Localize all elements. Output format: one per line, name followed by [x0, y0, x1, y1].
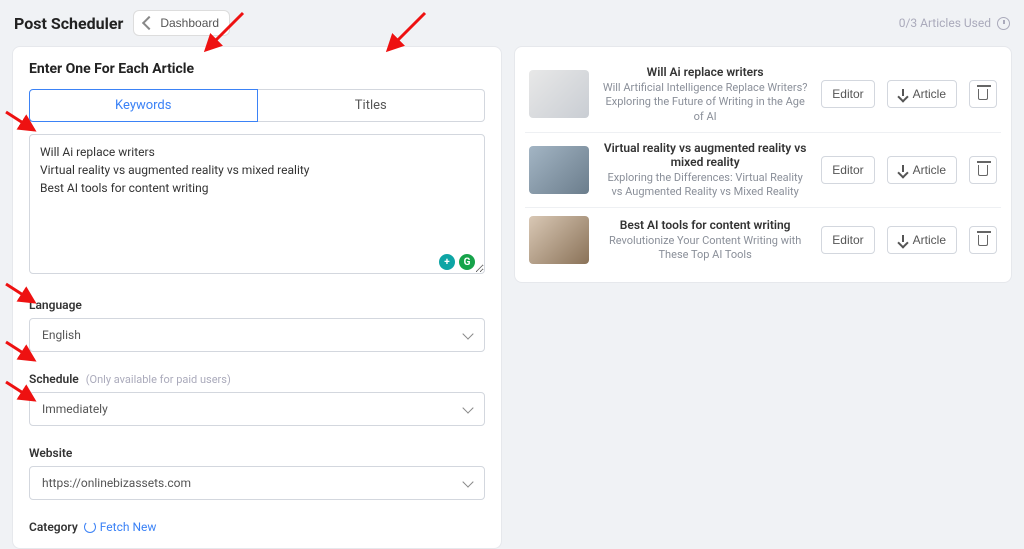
article-subtitle: Revolutionize Your Content Writing with … — [601, 234, 809, 263]
language-label: Language — [29, 298, 485, 312]
grammarly-icon[interactable]: G — [459, 254, 475, 270]
article-subtitle: Exploring the Differences: Virtual Reali… — [601, 171, 809, 200]
article-download-button[interactable]: Article — [887, 80, 957, 108]
input-mode-tabs: Keywords Titles — [29, 89, 485, 122]
editor-button[interactable]: Editor — [821, 80, 874, 108]
download-icon — [898, 165, 908, 175]
delete-button[interactable] — [969, 226, 997, 254]
tab-keywords[interactable]: Keywords — [29, 89, 258, 122]
tab-titles[interactable]: Titles — [258, 89, 486, 122]
trash-icon — [978, 89, 988, 100]
page-title: Post Scheduler — [14, 14, 123, 33]
article-thumbnail — [529, 216, 589, 264]
dashboard-button[interactable]: Dashboard — [133, 10, 230, 36]
assist-plus-icon[interactable]: + — [439, 254, 455, 270]
scheduler-card: Enter One For Each Article Keywords Titl… — [12, 46, 502, 549]
article-download-button[interactable]: Article — [887, 156, 957, 184]
article-list: Will Ai replace writers Will Artificial … — [514, 46, 1012, 283]
schedule-label: Schedule (Only available for paid users) — [29, 372, 485, 386]
article-row: Virtual reality vs augmented reality vs … — [525, 133, 1001, 209]
download-icon — [898, 235, 908, 245]
dashboard-label: Dashboard — [160, 16, 219, 30]
usage-counter: 0/3 Articles Used — [899, 16, 1010, 30]
website-select[interactable]: https://onlinebizassets.com — [29, 466, 485, 500]
fetch-new-link[interactable]: Fetch New — [84, 520, 157, 534]
editor-button[interactable]: Editor — [821, 226, 874, 254]
website-label: Website — [29, 446, 485, 460]
delete-button[interactable] — [969, 156, 997, 184]
trash-icon — [978, 235, 988, 246]
chevron-down-icon — [462, 328, 473, 339]
article-thumbnail — [529, 70, 589, 118]
editor-button[interactable]: Editor — [821, 156, 874, 184]
article-thumbnail — [529, 146, 589, 194]
grammarly-widget: + G — [439, 254, 475, 270]
article-title: Virtual reality vs augmented reality vs … — [601, 141, 809, 169]
article-title: Best AI tools for content writing — [601, 218, 809, 232]
schedule-select[interactable]: Immediately — [29, 392, 485, 426]
clock-icon — [997, 17, 1010, 30]
refresh-icon — [84, 521, 96, 533]
article-download-button[interactable]: Article — [887, 226, 957, 254]
section-heading: Enter One For Each Article — [29, 61, 485, 77]
article-row: Best AI tools for content writing Revolu… — [525, 208, 1001, 272]
download-icon — [898, 89, 908, 99]
category-label: Category — [29, 520, 78, 534]
article-row: Will Ai replace writers Will Artificial … — [525, 57, 1001, 133]
chevron-down-icon — [462, 476, 473, 487]
delete-button[interactable] — [969, 80, 997, 108]
arrow-left-icon — [142, 16, 156, 30]
trash-icon — [978, 165, 988, 176]
keywords-textarea[interactable] — [29, 134, 485, 274]
language-select[interactable]: English — [29, 318, 485, 352]
article-subtitle: Will Artificial Intelligence Replace Wri… — [601, 81, 809, 124]
chevron-down-icon — [462, 402, 473, 413]
article-title: Will Ai replace writers — [601, 65, 809, 79]
